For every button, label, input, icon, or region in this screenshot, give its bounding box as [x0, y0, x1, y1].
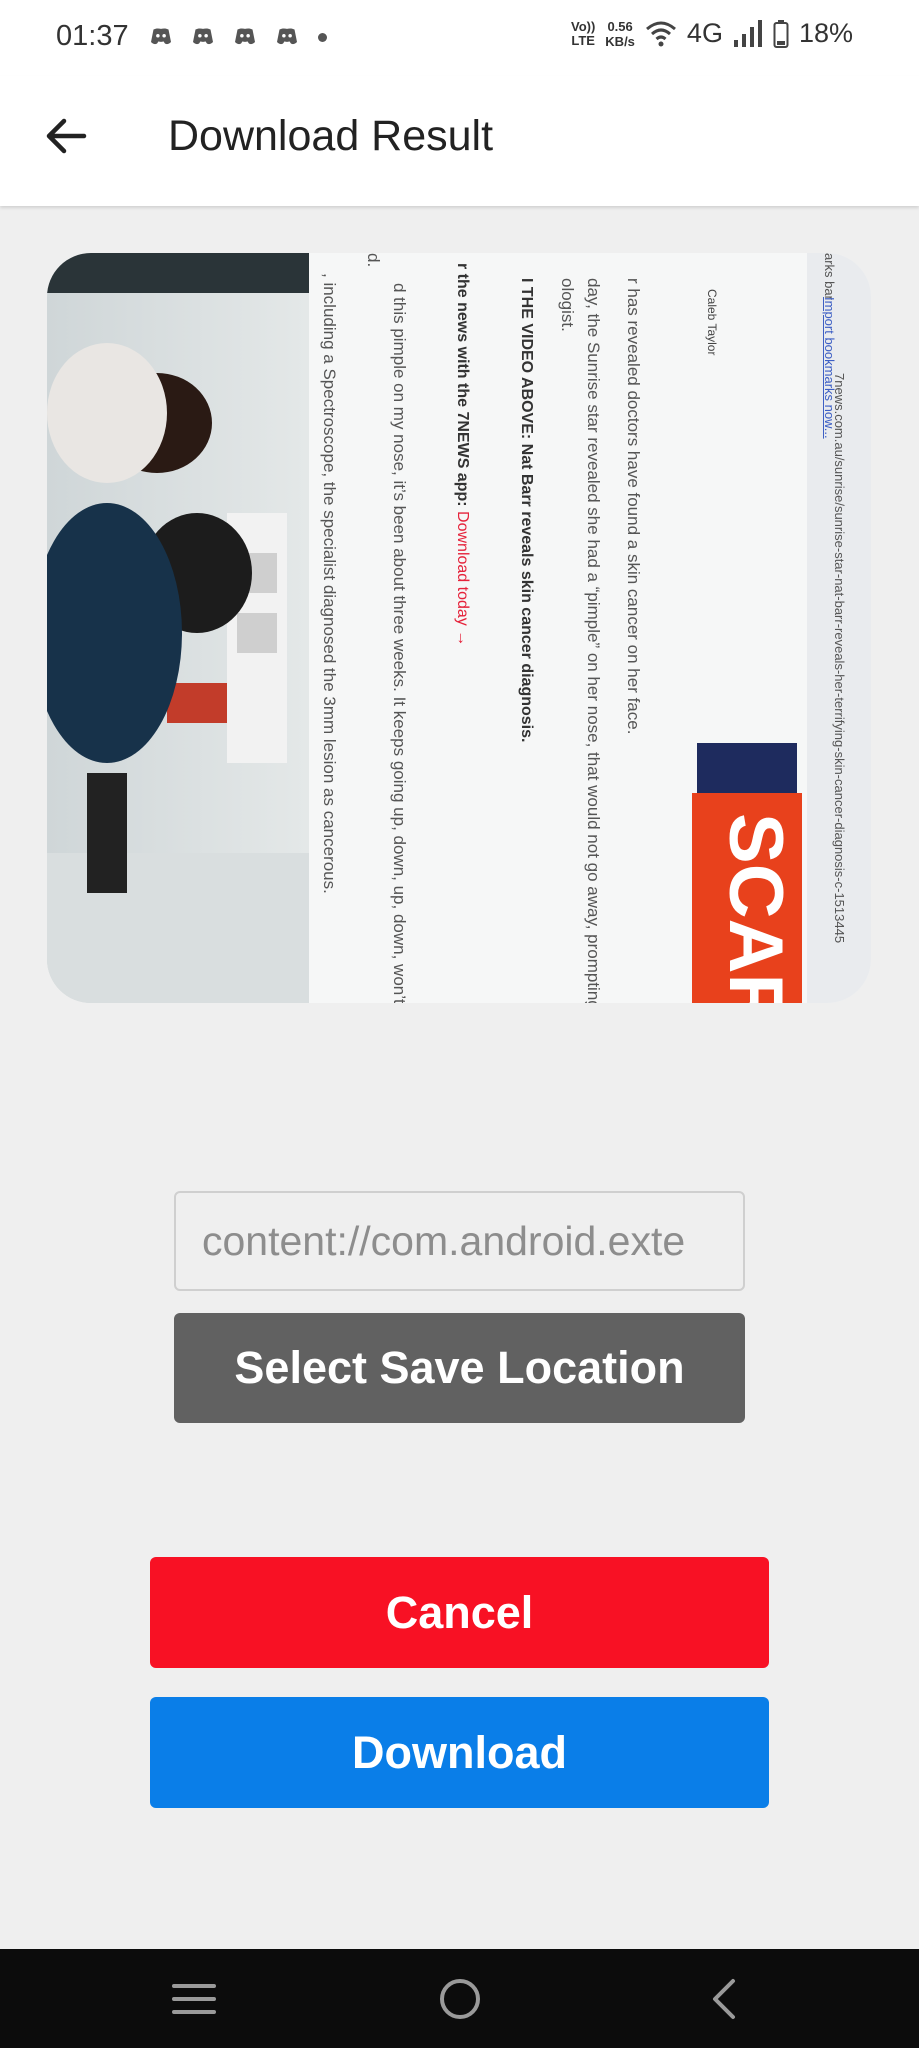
preview-line-2: day, the Sunrise star revealed she had a… [584, 278, 603, 1003]
cancel-button[interactable]: Cancel [150, 1557, 769, 1668]
wifi-icon [645, 21, 676, 46]
notification-icons [146, 22, 327, 52]
preview-url: 7news.com.au/sunrise/sunrise-star-nat-ba… [832, 373, 847, 944]
preview-image: 7news.com.au/sunrise/sunrise-star-nat-ba… [47, 253, 871, 1003]
dot-icon [318, 32, 327, 42]
preview-bookmarks-prefix: arks bar [822, 253, 837, 300]
save-path-field[interactable] [174, 1191, 745, 1291]
discord-icon [151, 28, 171, 45]
back-icon [713, 1979, 735, 2019]
discord-icon [277, 28, 297, 45]
select-save-location-button[interactable]: Select Save Location [174, 1313, 745, 1423]
page-title: Download Result [168, 112, 494, 160]
discord-icon [193, 28, 213, 45]
home-icon [440, 1979, 480, 2019]
recents-button[interactable] [164, 1971, 224, 2027]
preview-quote-end: d. [364, 253, 383, 268]
menu-icon [172, 1984, 216, 2014]
nav-back-button[interactable] [694, 1971, 754, 2027]
download-button[interactable]: Download [150, 1697, 769, 1808]
status-time: 01:37 [56, 20, 129, 52]
volte-indicator: Vo)) LTE [570, 18, 596, 48]
discord-icon [235, 28, 255, 45]
app-bar: Download Result [0, 76, 919, 206]
preview-line-3: ologist. [558, 278, 577, 332]
battery-icon [773, 19, 789, 48]
preview-bold-line: I THE VIDEO ABOVE: Nat Barr reveals skin… [518, 278, 535, 743]
battery-percent: 18% [798, 18, 853, 48]
network-type: 4G [686, 18, 723, 48]
preview-bookmarks-link: Import bookmarks now... [822, 297, 837, 439]
home-button[interactable] [430, 1971, 490, 2027]
system-nav-bar [0, 1949, 919, 2048]
preview-spectroscope-line: , including a Spectroscope, the speciali… [320, 273, 339, 894]
net-speed: 0.56 KB/s [605, 18, 635, 49]
back-button[interactable] [36, 106, 96, 166]
status-indicators: Vo)) LTE 0.56 KB/s 4G 18% [571, 18, 853, 49]
preview-quote-line: d this pimple on my nose, it’s been abou… [390, 283, 409, 1003]
preview-author: Caleb Taylor [705, 289, 719, 356]
preview-app-line: r the news with the 7NEWS app: Download … [454, 263, 471, 647]
preview-line-1: r has revealed doctors have found a skin… [624, 278, 643, 735]
signal-icon [733, 19, 762, 47]
arrow-left-icon [46, 118, 87, 154]
preview-banner: SCAR [713, 813, 798, 1003]
status-bar: 01:37 Vo)) LTE 0.56 KB/s 4G 18% [0, 0, 919, 76]
